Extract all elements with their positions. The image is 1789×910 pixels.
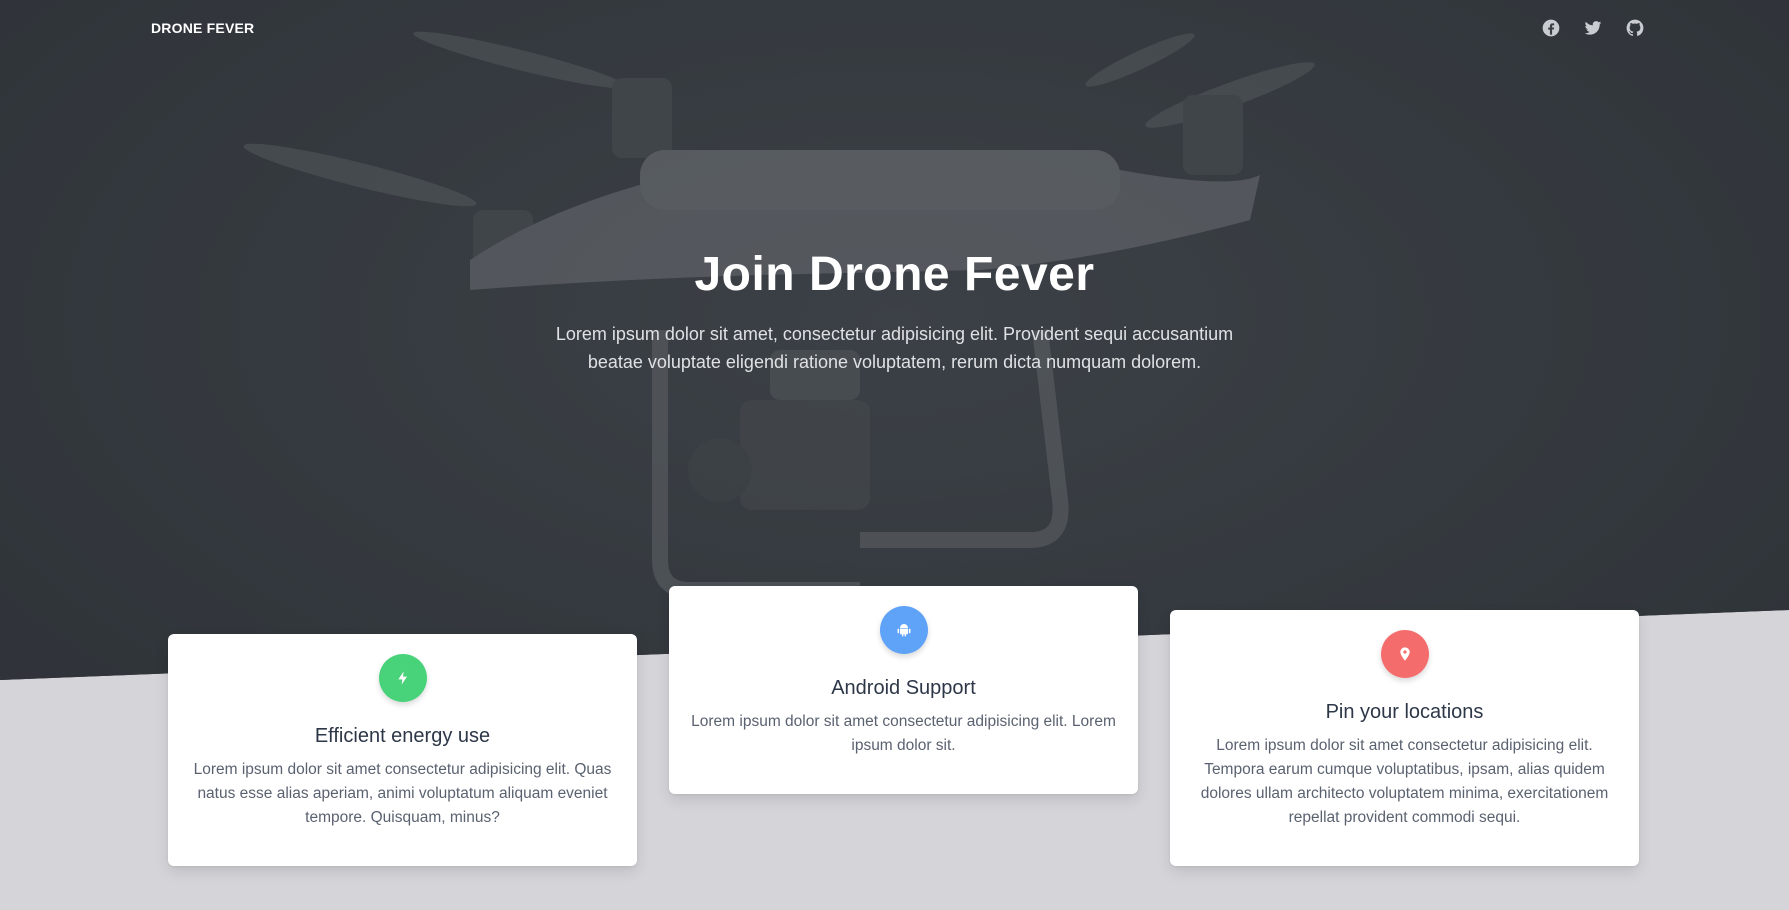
twitter-icon bbox=[1584, 21, 1602, 35]
top-navbar: DRONE FEVER bbox=[151, 18, 1645, 42]
feature-card-locations: Pin your locations Lorem ipsum dolor sit… bbox=[1170, 610, 1639, 866]
github-link[interactable] bbox=[1625, 18, 1645, 38]
hero-subtitle: Lorem ipsum dolor sit amet, consectetur … bbox=[555, 324, 1234, 372]
feature-description: Lorem ipsum dolor sit amet consectetur a… bbox=[691, 713, 1116, 754]
hero-title: Join Drone Fever bbox=[694, 248, 1095, 301]
feature-icon-badge bbox=[378, 654, 427, 702]
feature-title: Efficient energy use bbox=[314, 725, 491, 747]
feature-card-energy: Efficient energy use Lorem ipsum dolor s… bbox=[168, 634, 637, 866]
feature-title: Android Support bbox=[831, 677, 976, 699]
twitter-link[interactable] bbox=[1583, 18, 1603, 38]
feature-card-android: Android Support Lorem ipsum dolor sit am… bbox=[669, 586, 1138, 794]
feature-description: Lorem ipsum dolor sit amet consectetur a… bbox=[1200, 737, 1609, 826]
map-pin-icon bbox=[1399, 647, 1410, 661]
feature-icon-badge bbox=[879, 606, 928, 654]
feature-title: Pin your locations bbox=[1325, 701, 1484, 723]
feature-description: Lorem ipsum dolor sit amet consectetur a… bbox=[193, 761, 612, 826]
facebook-link[interactable] bbox=[1541, 18, 1561, 38]
hero-text: Join Drone Fever Lorem ipsum dolor sit a… bbox=[0, 240, 1789, 376]
brand-logo-link[interactable]: DRONE FEVER bbox=[151, 20, 254, 36]
android-icon bbox=[897, 624, 910, 637]
facebook-icon bbox=[1542, 19, 1560, 37]
social-links bbox=[1541, 18, 1645, 38]
bolt-icon bbox=[397, 671, 407, 685]
feature-icon-badge bbox=[1380, 630, 1429, 678]
github-icon bbox=[1626, 19, 1644, 36]
